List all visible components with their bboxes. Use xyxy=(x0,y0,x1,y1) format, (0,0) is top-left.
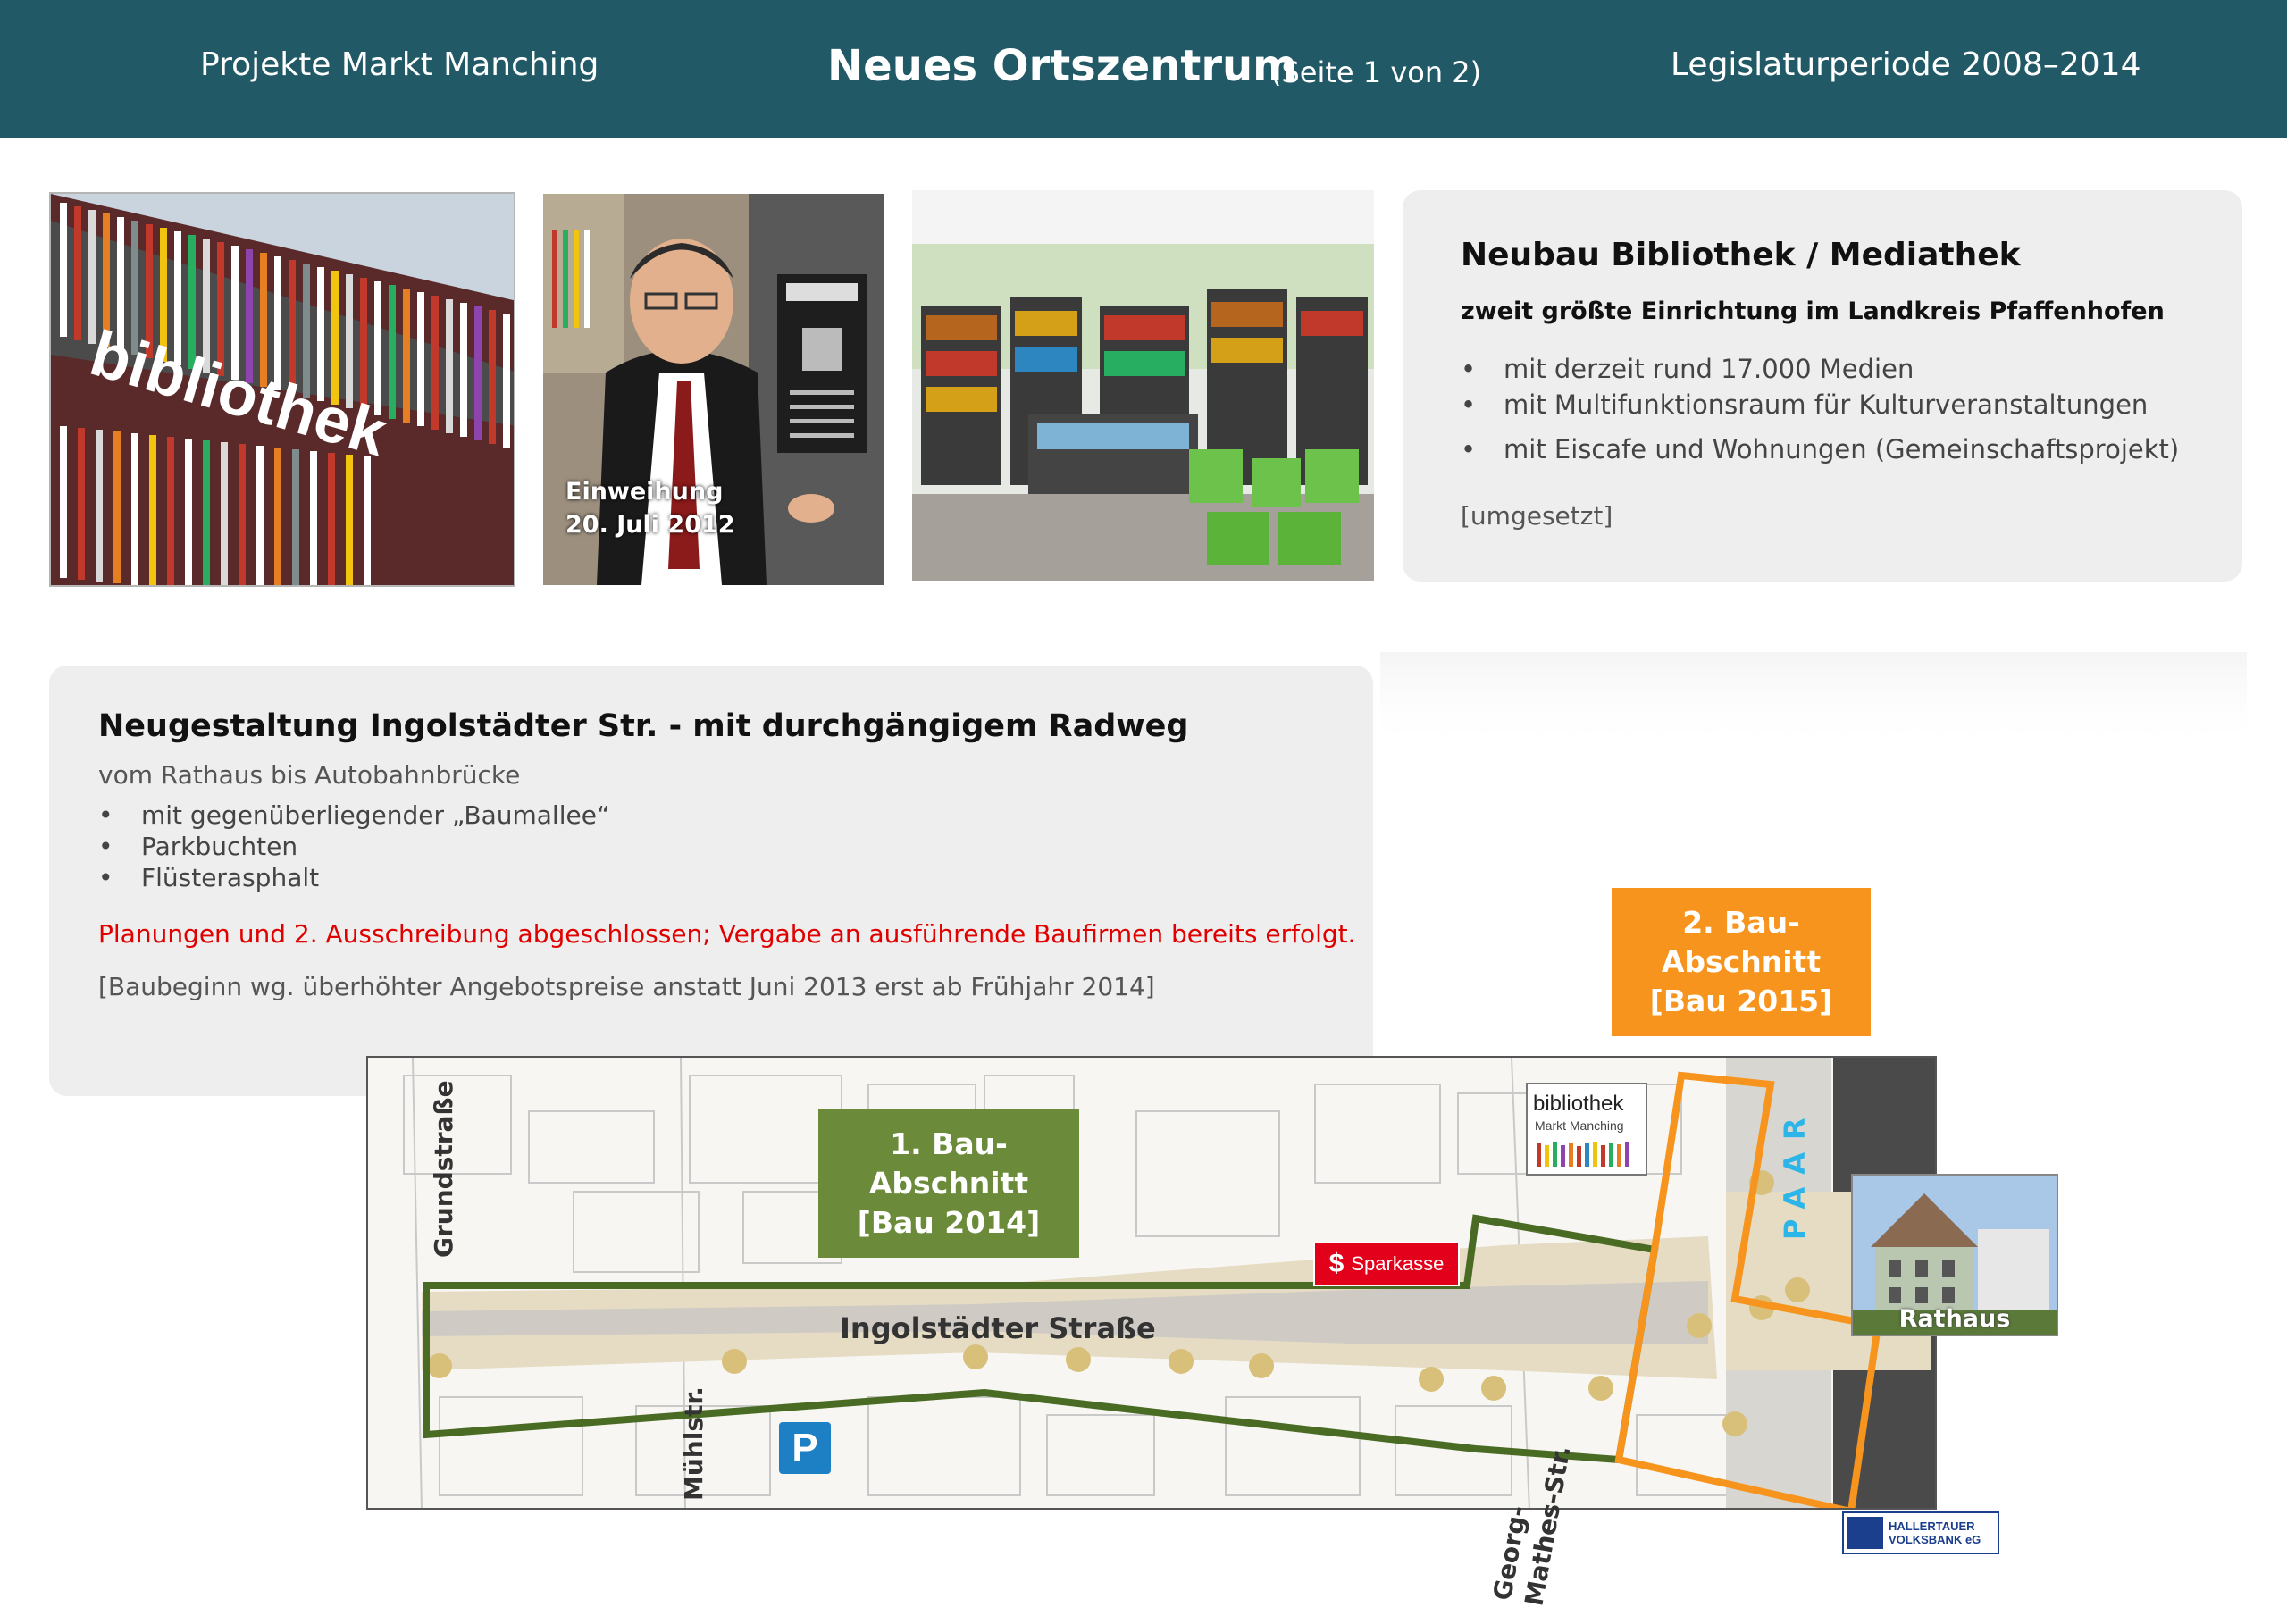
street-card-title: Neugestaltung Ingolstädter Str. - mit du… xyxy=(98,708,1189,744)
library-card-title: Neubau Bibliothek / Mediathek xyxy=(1461,237,2021,273)
section2-title: 2. Bau-Abschnitt xyxy=(1661,905,1822,979)
townhall-photo: Rathaus xyxy=(1851,1174,2058,1336)
volksbank-line1: HALLERTAUER xyxy=(1889,1519,1975,1533)
sparkasse-marker: $ Sparkasse xyxy=(1313,1242,1460,1286)
section1-badge: 1. Bau-Abschnitt [Bau 2014] xyxy=(818,1109,1079,1258)
decorative-fade xyxy=(1380,652,2247,750)
inauguration-photo: Einweihung 20. Juli 2012 xyxy=(543,194,884,585)
section1-year: [Bau 2014] xyxy=(857,1205,1041,1240)
sparkasse-label: Sparkasse xyxy=(1351,1252,1445,1275)
library-interior-photo xyxy=(912,190,1374,581)
volksbank-line2: VOLKSBANK eG xyxy=(1889,1533,1981,1546)
list-item: mit Eiscafe und Wohnungen (Gemeinschafts… xyxy=(1461,431,2179,467)
volksbank-logo: HALLERTAUER VOLKSBANK eG xyxy=(1842,1511,1999,1554)
street-delay-note: [Baubeginn wg. überhöhter Angebotspreise… xyxy=(98,972,1155,1001)
page-title: Neues Ortszentrum xyxy=(827,41,1298,91)
section2-badge: 2. Bau-Abschnitt [Bau 2015] xyxy=(1612,888,1871,1036)
street-info-card: Neugestaltung Ingolstädter Str. - mit du… xyxy=(49,666,1373,1096)
inauguration-caption-line2: 20. Juli 2012 xyxy=(565,511,735,539)
list-item: mit Multifunktionsraum für Kulturveranst… xyxy=(1461,387,2179,423)
section1-title: 1. Bau-Abschnitt xyxy=(868,1126,1029,1201)
street-status-alert: Planungen und 2. Ausschreibung abgeschlo… xyxy=(98,919,1356,949)
library-logo-sub: Markt Manching xyxy=(1535,1118,1624,1133)
street-label-muehl: Mühlstr. xyxy=(679,1386,708,1501)
header-left-label: Projekte Markt Manching xyxy=(200,46,599,83)
library-card-subtitle: zweit größte Einrichtung im Landkreis Pf… xyxy=(1461,297,2165,325)
library-building-photo: bibliothek xyxy=(49,192,515,587)
volksbank-icon xyxy=(1847,1517,1883,1549)
river-label: PAAR xyxy=(1778,1105,1812,1240)
header-bar: Projekte Markt Manching Neues Ortszentru… xyxy=(0,0,2287,138)
street-card-subtitle: vom Rathaus bis Autobahnbrücke xyxy=(98,760,521,790)
library-status-note: [umgesetzt] xyxy=(1461,501,1613,531)
list-item: mit gegenüberliegender „Baumallee“ xyxy=(98,799,609,831)
sparkasse-s-icon: $ xyxy=(1328,1249,1345,1278)
section2-year: [Bau 2015] xyxy=(1649,984,1833,1018)
list-item: Flüsterasphalt xyxy=(98,862,609,893)
library-logo-word: bibliothek xyxy=(1533,1092,1624,1116)
street-feature-list: mit gegenüberliegender „Baumallee“ Parkb… xyxy=(98,799,609,893)
inauguration-caption-line1: Einweihung xyxy=(565,478,724,506)
library-logo: bibliothek Markt Manching xyxy=(1526,1083,1647,1176)
library-feature-list: mit derzeit rund 17.000 Medien mit Multi… xyxy=(1461,351,2179,467)
street-label-main: Ingolstädter Straße xyxy=(840,1311,1156,1345)
parking-icon: P xyxy=(779,1422,831,1474)
header-right-label: Legislaturperiode 2008–2014 xyxy=(1671,46,2141,83)
list-item: mit derzeit rund 17.000 Medien xyxy=(1461,351,2179,387)
library-info-card: Neubau Bibliothek / Mediathek zweit größ… xyxy=(1403,190,2242,582)
library-logo-stripes-icon xyxy=(1537,1142,1629,1167)
list-item: Parkbuchten xyxy=(98,831,609,862)
townhall-label: Rathaus xyxy=(1898,1305,2011,1333)
page-subtitle: (Seite 1 von 2) xyxy=(1270,55,1482,89)
site-plan-map xyxy=(366,1056,1937,1510)
street-label-grund: Grundstraße xyxy=(429,1080,458,1258)
